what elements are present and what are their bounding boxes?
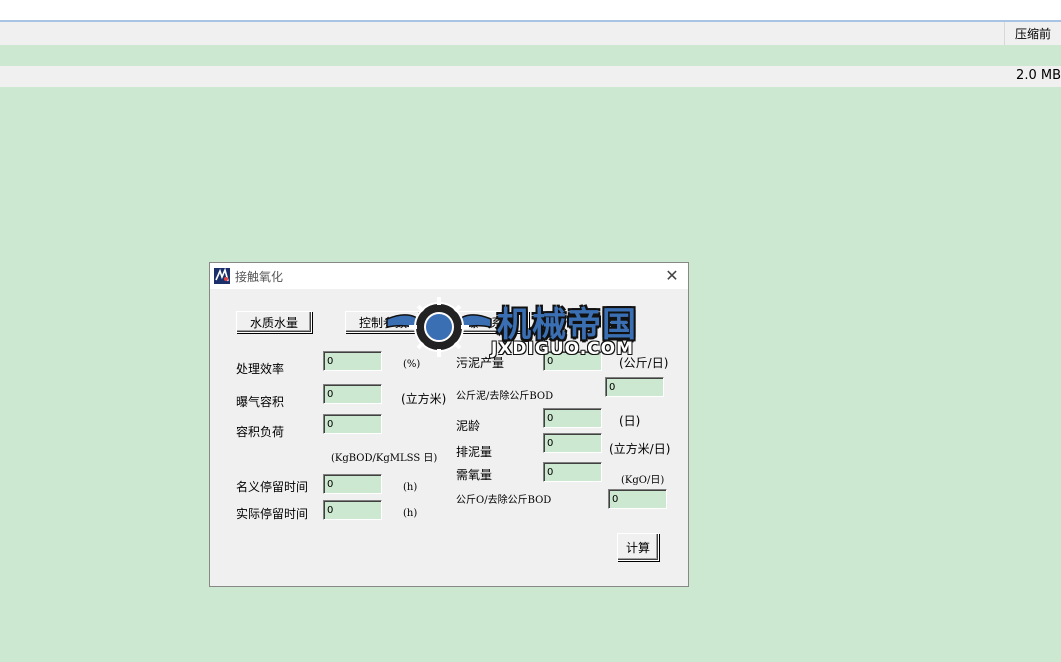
oxygen-demand-unit: (KgO/日) (621, 475, 665, 486)
nominal-hrt-input[interactable] (323, 474, 382, 494)
sludge-per-bod-input[interactable] (605, 377, 664, 397)
actual-hrt-unit: (h) (403, 508, 418, 519)
sludge-production-input[interactable] (543, 351, 602, 371)
nominal-hrt-unit: (h) (403, 482, 418, 493)
toolbar-row: 压缩前 (0, 22, 1061, 45)
actual-hrt-input[interactable] (323, 500, 382, 520)
dialog-titlebar[interactable]: 接触氧化 ✕ (210, 263, 688, 289)
sludge-per-bod-label: 公斤泥/去除公斤BOD (456, 391, 554, 402)
band-row (0, 45, 1061, 66)
file-size-label: 2.0 MB (1016, 68, 1061, 83)
aeration-volume-input[interactable] (323, 384, 382, 404)
calculate-button[interactable]: 计算 (617, 533, 659, 561)
o2-per-bod-label: 公斤O/去除公斤BOD (456, 495, 552, 506)
actual-hrt-label: 实际停留时间 (236, 507, 309, 521)
volume-load-label: 容积负荷 (236, 425, 285, 439)
sludge-discharge-unit: (立方米/日) (609, 442, 671, 456)
sludge-age-label: 泥龄 (456, 419, 481, 433)
compress-before-label[interactable]: 压缩前 (1004, 22, 1061, 45)
o2-per-bod-input[interactable] (608, 489, 667, 509)
contact-oxidation-dialog: 接触氧化 ✕ 水质水量 控制参数 曝气系统 处理效率 (%) 曝气容积 (立方米… (209, 262, 689, 587)
sludge-production-unit: (公斤/日) (619, 356, 669, 370)
top-bar (0, 0, 1061, 22)
aeration-volume-unit: (立方米) (401, 392, 447, 406)
sludge-discharge-label: 排泥量 (456, 445, 493, 459)
sludge-age-unit: (日) (619, 414, 641, 428)
size-row: 2.0 MB (0, 66, 1061, 87)
water-quality-button[interactable]: 水质水量 (236, 311, 312, 333)
sludge-age-input[interactable] (543, 408, 602, 428)
close-icon[interactable]: ✕ (662, 265, 682, 285)
efficiency-unit: (%) (403, 359, 421, 370)
oxygen-demand-label: 需氧量 (456, 468, 493, 482)
sludge-discharge-input[interactable] (543, 433, 602, 453)
nominal-hrt-label: 名义停留时间 (236, 480, 309, 494)
aeration-volume-label: 曝气容积 (236, 395, 285, 409)
volume-load-input[interactable] (323, 414, 382, 434)
app-icon (214, 268, 230, 284)
efficiency-label: 处理效率 (236, 362, 285, 376)
control-params-button[interactable]: 控制参数 (345, 311, 421, 333)
dialog-title: 接触氧化 (235, 270, 284, 284)
sludge-production-label: 污泥产量 (456, 356, 505, 370)
volume-load-unit: (KgBOD/KgMLSS 日) (331, 453, 438, 464)
aeration-system-button[interactable]: 曝气系统 (453, 311, 529, 333)
oxygen-demand-input[interactable] (543, 462, 602, 482)
efficiency-input[interactable] (323, 351, 382, 371)
